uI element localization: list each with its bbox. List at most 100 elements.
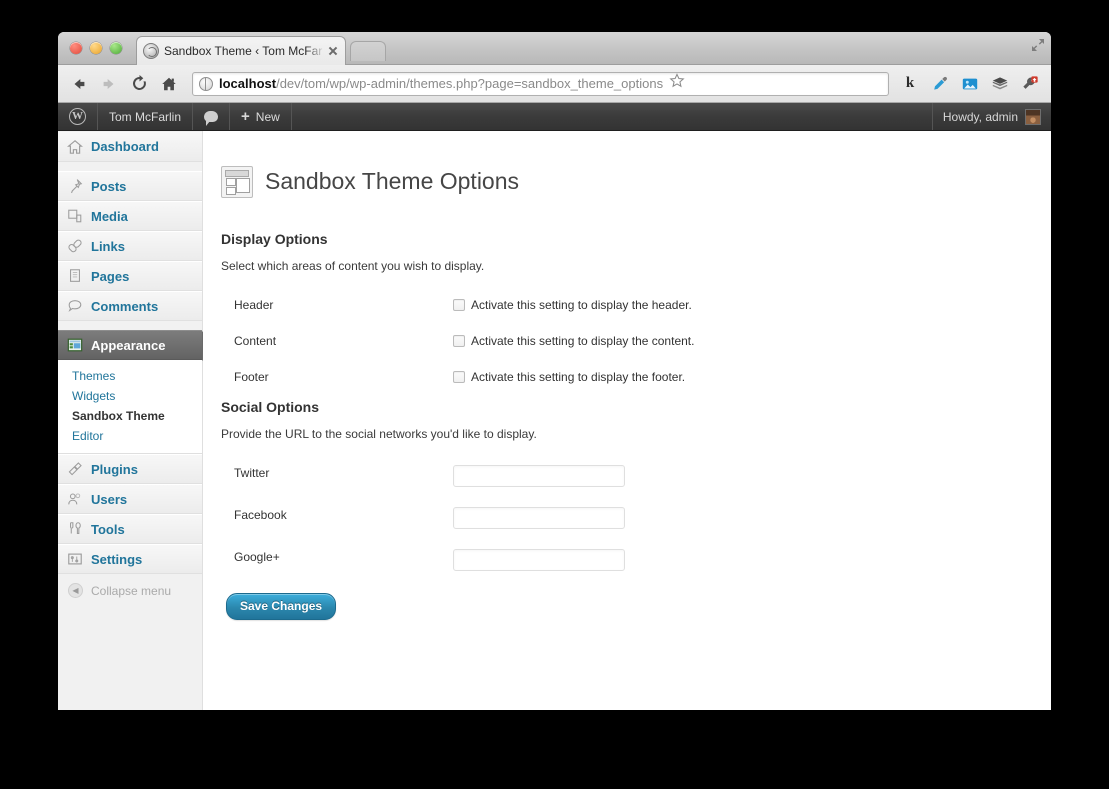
sidebar-item-settings[interactable]: Settings bbox=[58, 544, 202, 574]
comments-menu[interactable] bbox=[193, 103, 231, 130]
table-row: Twitter bbox=[221, 455, 1033, 497]
sidebar-label: Users bbox=[91, 491, 128, 507]
comment-icon bbox=[66, 297, 84, 315]
browser-toolbar: localhost/dev/tom/wp/wp-admin/themes.php… bbox=[58, 65, 1051, 103]
sidebar-label: Posts bbox=[91, 178, 127, 194]
window-resize-icon[interactable] bbox=[1030, 37, 1046, 53]
googleplus-input[interactable] bbox=[453, 549, 625, 572]
table-row: Header Activate this setting to display … bbox=[221, 287, 1033, 323]
collapse-menu-label: Collapse menu bbox=[91, 583, 172, 598]
row-label-twitter: Twitter bbox=[234, 466, 270, 481]
bookmark-star-icon[interactable] bbox=[669, 73, 685, 94]
pages-icon bbox=[66, 267, 84, 285]
collapse-menu-button[interactable]: ◀ Collapse menu bbox=[58, 574, 202, 598]
plus-icon: + bbox=[241, 108, 250, 125]
browser-tab-active[interactable]: Sandbox Theme ‹ Tom McFar bbox=[136, 36, 346, 65]
table-row: Footer Activate this setting to display … bbox=[221, 359, 1033, 395]
dashboard-icon bbox=[66, 138, 84, 156]
back-button[interactable] bbox=[66, 71, 92, 97]
table-row: Content Activate this setting to display… bbox=[221, 323, 1033, 359]
new-tab-button[interactable] bbox=[350, 41, 386, 61]
eyedropper-extension-icon[interactable] bbox=[927, 72, 953, 96]
submenu-item-sandbox-theme[interactable]: Sandbox Theme bbox=[72, 406, 202, 426]
new-label: New bbox=[255, 109, 280, 124]
page-title: Sandbox Theme Options bbox=[265, 168, 520, 195]
row-label-header: Header bbox=[234, 297, 274, 312]
sidebar-label: Comments bbox=[91, 298, 159, 314]
maximize-window-button[interactable] bbox=[110, 42, 122, 54]
header-checkbox-label: Activate this setting to display the hea… bbox=[471, 297, 692, 312]
display-options-heading: Display Options bbox=[221, 230, 328, 247]
minimize-window-button[interactable] bbox=[90, 42, 102, 54]
sidebar-item-links[interactable]: Links bbox=[58, 231, 202, 261]
social-options-heading: Social Options bbox=[221, 399, 320, 416]
facebook-input[interactable] bbox=[453, 507, 625, 530]
sidebar-label: Media bbox=[91, 208, 128, 224]
site-globe-icon bbox=[199, 76, 213, 91]
url-host: localhost bbox=[219, 76, 277, 91]
tab-favicon-icon bbox=[143, 43, 159, 59]
wrench-extension-icon[interactable] bbox=[1017, 72, 1043, 96]
layers-extension-icon[interactable] bbox=[987, 72, 1013, 96]
wp-logo-menu[interactable]: W bbox=[58, 103, 98, 130]
media-icon bbox=[66, 207, 84, 225]
browser-tab-strip: Sandbox Theme ‹ Tom McFar bbox=[58, 32, 1051, 65]
sidebar-item-plugins[interactable]: Plugins bbox=[58, 454, 202, 484]
sidebar-label: Plugins bbox=[91, 461, 138, 477]
content-checkbox-label: Activate this setting to display the con… bbox=[471, 333, 695, 348]
header-checkbox[interactable] bbox=[453, 298, 465, 311]
url-bar[interactable]: localhost/dev/tom/wp/wp-admin/themes.php… bbox=[192, 71, 889, 96]
plugin-icon bbox=[66, 460, 84, 478]
kippt-extension-icon[interactable]: k bbox=[897, 72, 923, 96]
sidebar-item-tools[interactable]: Tools bbox=[58, 514, 202, 544]
submenu-item-themes[interactable]: Themes bbox=[72, 366, 202, 386]
close-tab-icon[interactable] bbox=[327, 45, 339, 57]
sidebar-item-media[interactable]: Media bbox=[58, 201, 202, 231]
howdy-label: Howdy, admin bbox=[942, 109, 1018, 124]
twitter-input[interactable] bbox=[453, 465, 625, 488]
wp-admin-bar: W Tom McFarlin + New Howdy, admin bbox=[58, 103, 1051, 131]
footer-checkbox[interactable] bbox=[453, 371, 465, 384]
account-menu[interactable]: Howdy, admin bbox=[931, 103, 1051, 130]
main-content: Sandbox Theme Options Display Options Se… bbox=[203, 131, 1051, 710]
window-controls bbox=[70, 42, 122, 54]
site-name-menu[interactable]: Tom McFarlin bbox=[98, 103, 194, 130]
row-label-googleplus: Google+ bbox=[234, 550, 280, 565]
sidebar-item-dashboard[interactable]: Dashboard bbox=[58, 132, 202, 162]
content-checkbox[interactable] bbox=[453, 334, 465, 347]
settings-icon bbox=[66, 550, 84, 568]
pin-icon bbox=[66, 177, 84, 195]
sidebar-item-appearance[interactable]: Appearance bbox=[58, 330, 215, 361]
save-changes-button[interactable]: Save Changes bbox=[226, 593, 337, 621]
reload-button[interactable] bbox=[126, 71, 152, 97]
sidebar-label: Dashboard bbox=[91, 139, 159, 154]
appearance-submenu: Themes Widgets Sandbox Theme Editor bbox=[58, 360, 202, 454]
wp-admin-body: Dashboard Posts Media Links Pages Commen… bbox=[58, 131, 1051, 710]
sidebar-item-comments[interactable]: Comments bbox=[58, 291, 202, 321]
new-content-menu[interactable]: + New bbox=[230, 103, 292, 130]
tab-title: Sandbox Theme ‹ Tom McFar bbox=[164, 44, 323, 58]
submenu-item-widgets[interactable]: Widgets bbox=[72, 386, 202, 406]
sidebar-label: Links bbox=[91, 238, 125, 254]
wordpress-logo-icon: W bbox=[69, 108, 86, 125]
chevron-left-icon: ◀ bbox=[68, 583, 83, 598]
image-extension-icon[interactable] bbox=[957, 72, 983, 96]
sidebar-item-pages[interactable]: Pages bbox=[58, 261, 202, 291]
home-button[interactable] bbox=[156, 71, 182, 97]
row-label-footer: Footer bbox=[234, 370, 269, 385]
submenu-item-editor[interactable]: Editor bbox=[72, 426, 202, 446]
sidebar-label: Settings bbox=[91, 551, 143, 567]
forward-button[interactable] bbox=[96, 71, 122, 97]
avatar bbox=[1025, 108, 1041, 125]
close-window-button[interactable] bbox=[70, 42, 82, 54]
sidebar-item-users[interactable]: Users bbox=[58, 484, 202, 514]
appearance-icon bbox=[66, 336, 84, 354]
link-icon bbox=[66, 237, 84, 255]
submit-row: Save Changes bbox=[221, 585, 1033, 621]
row-label-facebook: Facebook bbox=[234, 508, 287, 523]
url-path: /dev/tom/wp/wp-admin/themes.php?page=san… bbox=[276, 76, 664, 91]
site-name-label: Tom McFarlin bbox=[109, 109, 182, 124]
users-icon bbox=[66, 490, 84, 508]
sidebar-item-posts[interactable]: Posts bbox=[58, 171, 202, 201]
display-options-description: Select which areas of content you wish t… bbox=[221, 258, 485, 273]
